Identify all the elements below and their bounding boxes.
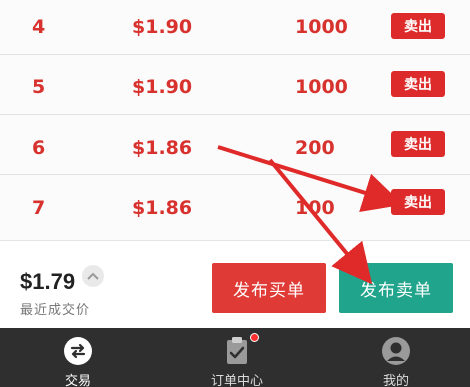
order-price: $1.90 — [132, 76, 193, 98]
sell-button[interactable]: 卖出 — [391, 189, 445, 215]
bottom-nav: 交易 订单中心 我的 — [0, 328, 470, 387]
clipboard-check-icon — [221, 335, 253, 367]
order-row: 4 $1.90 1000 卖出 — [0, 0, 470, 55]
profile-icon — [380, 335, 412, 367]
notification-badge — [250, 333, 259, 342]
nav-item-order-center[interactable]: 订单中心 — [177, 328, 297, 387]
nav-label: 订单中心 — [210, 374, 263, 387]
order-list: 4 $1.90 1000 卖出 5 $1.90 1000 卖出 6 $1.86 … — [0, 0, 470, 240]
order-price: $1.86 — [132, 197, 193, 219]
order-quantity: 100 — [295, 197, 335, 219]
nav-item-trade[interactable]: 交易 — [18, 328, 138, 387]
sell-button[interactable]: 卖出 — [391, 71, 445, 97]
nav-label: 交易 — [64, 374, 91, 387]
order-index: 7 — [32, 197, 46, 219]
last-price-value: $1.79 — [20, 269, 76, 294]
order-quantity: 200 — [295, 137, 335, 159]
order-row: 6 $1.86 200 卖出 — [0, 115, 470, 175]
nav-label: 我的 — [382, 374, 409, 387]
order-quantity: 1000 — [295, 76, 348, 98]
sell-button[interactable]: 卖出 — [391, 13, 445, 39]
order-quantity: 1000 — [295, 16, 348, 38]
trade-action-bar: $1.79 最近成交价 发布买单 发布卖单 — [0, 240, 470, 328]
order-index: 5 — [32, 76, 46, 98]
order-price: $1.90 — [132, 16, 193, 38]
last-price-label: 最近成交价 — [20, 303, 91, 318]
chevron-up-icon[interactable] — [82, 265, 104, 287]
order-row: 5 $1.90 1000 卖出 — [0, 55, 470, 115]
nav-item-profile[interactable]: 我的 — [336, 328, 456, 387]
order-row: 7 $1.86 100 卖出 — [0, 175, 470, 240]
swap-icon — [62, 335, 94, 367]
order-price: $1.86 — [132, 137, 193, 159]
post-buy-order-button[interactable]: 发布买单 — [212, 263, 326, 313]
order-index: 4 — [32, 16, 46, 38]
sell-button[interactable]: 卖出 — [391, 131, 445, 157]
order-index: 6 — [32, 137, 46, 159]
post-sell-order-button[interactable]: 发布卖单 — [339, 263, 453, 313]
